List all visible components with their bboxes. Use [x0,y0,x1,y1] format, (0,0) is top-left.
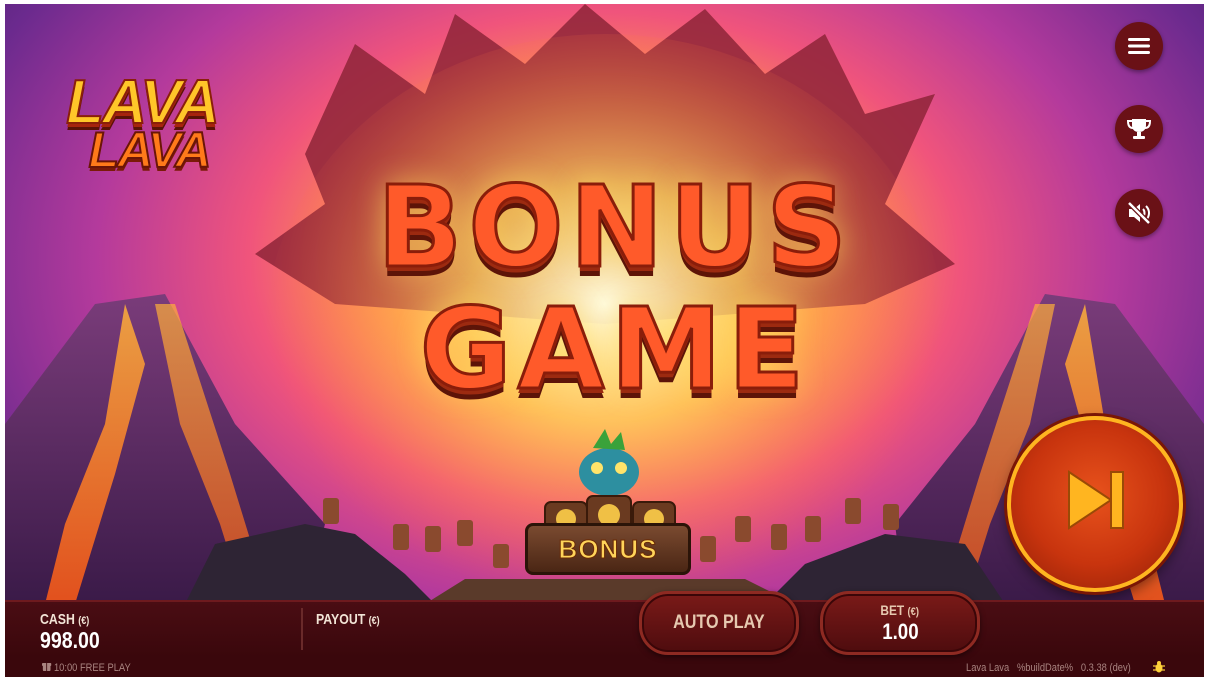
bet-label: BET (€) [880,601,920,620]
sound-muted-icon [1127,201,1151,225]
title-line-2: GAME [418,285,811,415]
bottom-hud [5,600,1204,657]
gift-icon [42,663,52,671]
debug-bug-icon[interactable] [1152,660,1166,674]
sound-toggle-button[interactable] [1115,189,1163,237]
hamburger-menu-icon [1128,38,1150,54]
cash-currency: (€) [78,615,90,627]
bonus-game-title: BONUS GAME [365,163,865,415]
payout-currency: (€) [368,615,380,627]
bet-label-text: BET [880,601,905,618]
game-scene: LAVA LAVA BONUS GAME BONUS [5,4,1204,677]
bonus-sign-label: BONUS [558,533,658,564]
cash-value: 998.00 [40,627,100,653]
trophy-button[interactable] [1115,105,1163,153]
build-game-name: Lava Lava [966,662,1010,674]
bet-value: 1.00 [881,618,919,644]
bet-currency: (€) [907,605,920,618]
logo-line-2: LAVA [88,122,213,179]
free-play-text: 10:00 FREE PLAY [53,662,131,674]
game-logo: LAVA LAVA [57,68,227,179]
payout-label: PAYOUT (€) [316,611,380,628]
build-date: %buildDate% [1016,662,1074,674]
title-line-1: BONUS [376,163,853,293]
bonus-sign: BONUS [525,523,691,575]
cash-label-text: CASH [40,611,75,628]
autoplay-button[interactable]: AUTO PLAY [639,591,799,655]
bet-button[interactable]: BET (€) 1.00 [820,591,980,655]
cash-label: CASH (€) [40,611,89,628]
build-version: 0.3.38 (dev) [1080,662,1131,674]
autoplay-label: AUTO PLAY [673,612,765,633]
menu-button[interactable] [1115,22,1163,70]
skip-button[interactable] [1007,416,1183,592]
hud-divider [301,608,303,650]
free-play-status: 10:00 FREE PLAY [42,661,131,674]
payout-label-text: PAYOUT [316,611,366,628]
logo-line-1: LAVA [65,68,221,137]
trophy-icon [1126,119,1152,139]
build-info: Lava Lava %buildDate% 0.3.38 (dev) [966,662,1131,674]
skip-forward-icon [1068,470,1124,530]
